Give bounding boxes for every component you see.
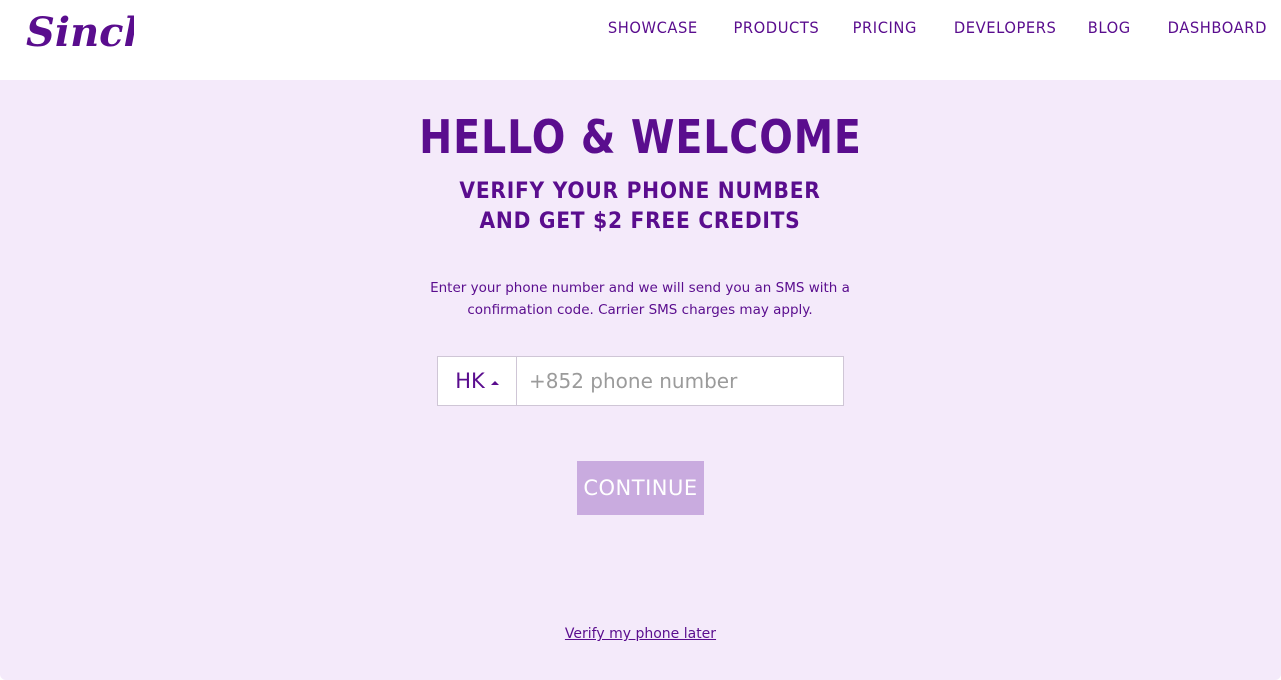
verify-later-container: Verify my phone later [0,623,1281,642]
continue-button[interactable]: CONTINUE [577,461,704,515]
nav-dashboard[interactable]: DASHBOARD [1168,18,1267,37]
country-code-label: HK [455,369,485,393]
phone-number-input[interactable] [517,357,843,405]
page-title: HELLO & WELCOME [419,110,862,164]
main-nav: SHOWCASE PRODUCTS PRICING DEVELOPERS BLO… [600,18,1267,37]
sinch-logo[interactable]: Sinch! [24,2,134,58]
nav-products[interactable]: PRODUCTS [733,18,819,37]
nav-blog[interactable]: BLOG [1088,18,1131,37]
page-subtitle: VERIFY YOUR PHONE NUMBER AND GET $2 FREE… [459,179,821,234]
nav-developers[interactable]: DEVELOPERS [954,18,1057,37]
caret-up-icon [490,381,499,385]
nav-pricing[interactable]: PRICING [853,18,917,37]
nav-showcase[interactable]: SHOWCASE [608,18,698,37]
svg-text:Sinch!: Sinch! [26,9,134,56]
country-code-select[interactable]: HK [438,357,517,405]
phone-entry: HK [437,356,844,406]
instructions-text: Enter your phone number and we will send… [430,280,850,318]
site-header: Sinch! SHOWCASE PRODUCTS PRICING DEVELOP… [0,0,1281,80]
verify-later-link[interactable]: Verify my phone later [565,626,716,642]
verification-panel: HELLO & WELCOME VERIFY YOUR PHONE NUMBER… [0,80,1281,680]
